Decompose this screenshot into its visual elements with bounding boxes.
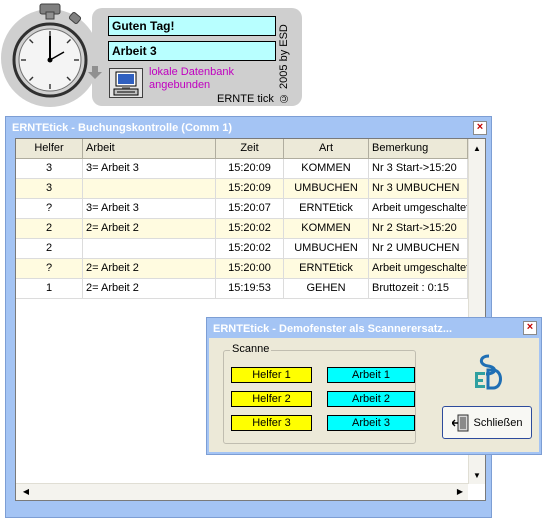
cell-helfer: 1 [16, 279, 83, 299]
cell-helfer: ? [16, 199, 83, 219]
scan-groupbox: Scanne Helfer 1 Helfer 2 Helfer 3 Arbeit… [223, 343, 416, 444]
scan-group-label: Scanne [230, 343, 272, 355]
cell-helfer: 3 [16, 159, 83, 179]
db-status-line1: lokale Datenbank [149, 66, 235, 78]
stopwatch-icon [1, 3, 99, 107]
helfer-2-button[interactable]: Helfer 2 [231, 391, 312, 407]
demo-window-title: ERNTEtick - Demofenster als Scannerersat… [213, 323, 453, 335]
column-header-helfer[interactable]: Helfer [16, 139, 83, 159]
esd-logo-icon [475, 354, 502, 390]
cell-helfer: 3 [16, 179, 83, 199]
cell-helfer: 2 [16, 219, 83, 239]
table-row[interactable]: ? 2= Arbeit 2 15:20:00 ERNTEtick Arbeit … [16, 259, 468, 279]
cell-zeit: 15:20:00 [216, 259, 284, 279]
arrow-down-icon [88, 66, 102, 79]
cell-arbeit: 2= Arbeit 2 [83, 279, 216, 299]
cell-bemerkung: Nr 3 Start->15:20 [369, 159, 468, 179]
cell-art: GEHEN [284, 279, 369, 299]
cell-zeit: 15:19:53 [216, 279, 284, 299]
table-row[interactable]: 3 15:20:09 UMBUCHEN Nr 3 UMBUCHEN [16, 179, 468, 199]
arbeit-1-button[interactable]: Arbeit 1 [327, 367, 415, 383]
grid-rows: 3 3= Arbeit 3 15:20:09 KOMMEN Nr 3 Start… [16, 159, 468, 299]
cell-arbeit: 2= Arbeit 2 [83, 219, 216, 239]
cell-bemerkung: Arbeit umgeschaltet [369, 199, 468, 219]
table-row[interactable]: 1 2= Arbeit 2 15:19:53 GEHEN Bruttozeit … [16, 279, 468, 299]
cell-bemerkung: Bruttozeit : 0:15 [369, 279, 468, 299]
arbeit-2-button[interactable]: Arbeit 2 [327, 391, 415, 407]
cell-art: KOMMEN [284, 159, 369, 179]
close-demo-window-button[interactable]: × [523, 321, 537, 335]
cell-bemerkung: Arbeit umgeschaltet [369, 259, 468, 279]
column-header-art[interactable]: Art [284, 139, 369, 159]
scroll-up-icon[interactable]: ▲ [469, 141, 485, 157]
window-title: ERNTEtick - Buchungskontrolle (Comm 1) [12, 122, 233, 134]
cell-arbeit [83, 239, 216, 259]
column-header-arbeit[interactable]: Arbeit [83, 139, 216, 159]
cell-art: ERNTEtick [284, 259, 369, 279]
table-row[interactable]: ? 3= Arbeit 3 15:20:07 ERNTEtick Arbeit … [16, 199, 468, 219]
table-row[interactable]: 2 2= Arbeit 2 15:20:02 KOMMEN Nr 2 Start… [16, 219, 468, 239]
cell-arbeit: 2= Arbeit 2 [83, 259, 216, 279]
exit-door-icon [451, 414, 469, 431]
demo-client-area: Scanne Helfer 1 Helfer 2 Helfer 3 Arbeit… [209, 338, 539, 452]
cell-zeit: 15:20:07 [216, 199, 284, 219]
scroll-left-icon[interactable]: ◀ [18, 484, 34, 500]
arbeit-3-button[interactable]: Arbeit 3 [327, 415, 415, 431]
cell-bemerkung: Nr 2 UMBUCHEN [369, 239, 468, 259]
cell-art: UMBUCHEN [284, 239, 369, 259]
column-header-zeit[interactable]: Zeit [216, 139, 284, 159]
grid-header: Helfer Arbeit Zeit Art Bemerkung [16, 139, 468, 159]
close-window-button[interactable]: × [473, 121, 487, 135]
cell-helfer: 2 [16, 239, 83, 259]
app-name: ERNTE tick [217, 93, 274, 105]
cell-art: ERNTEtick [284, 199, 369, 219]
cell-art: UMBUCHEN [284, 179, 369, 199]
cell-arbeit: 3= Arbeit 3 [83, 159, 216, 179]
column-header-bemerkung[interactable]: Bemerkung [369, 139, 468, 159]
copyright-text: © 2005 by ESD [278, 24, 290, 104]
cell-bemerkung: Nr 2 Start->15:20 [369, 219, 468, 239]
cell-zeit: 15:20:09 [216, 179, 284, 199]
cell-zeit: 15:20:02 [216, 219, 284, 239]
cell-zeit: 15:20:02 [216, 239, 284, 259]
horizontal-scrollbar[interactable]: ◀ ▶ [16, 483, 468, 500]
table-row[interactable]: 3 3= Arbeit 3 15:20:09 KOMMEN Nr 3 Start… [16, 159, 468, 179]
current-task-field: Arbeit 3 [108, 41, 276, 61]
scroll-right-icon[interactable]: ▶ [452, 484, 468, 500]
status-panel: Guten Tag! Arbeit 3 lokale Datenbank ang… [92, 8, 302, 106]
cell-bemerkung: Nr 3 UMBUCHEN [369, 179, 468, 199]
cell-arbeit: 3= Arbeit 3 [83, 199, 216, 219]
scroll-down-icon[interactable]: ▼ [469, 468, 485, 484]
cell-art: KOMMEN [284, 219, 369, 239]
scanner-demo-window: ERNTEtick - Demofenster als Scannerersat… [206, 317, 542, 455]
schliessen-label: Schließen [473, 416, 523, 429]
schliessen-button[interactable]: Schließen [442, 406, 532, 439]
table-row[interactable]: 2 15:20:02 UMBUCHEN Nr 2 UMBUCHEN [16, 239, 468, 259]
cell-arbeit [83, 179, 216, 199]
cell-helfer: ? [16, 259, 83, 279]
cell-zeit: 15:20:09 [216, 159, 284, 179]
db-status-line2: angebunden [149, 79, 211, 91]
helfer-3-button[interactable]: Helfer 3 [231, 415, 312, 431]
helfer-1-button[interactable]: Helfer 1 [231, 367, 312, 383]
computer-icon [109, 68, 143, 98]
greeting-field: Guten Tag! [108, 16, 276, 36]
db-status: lokale Datenbank angebunden [149, 66, 269, 92]
